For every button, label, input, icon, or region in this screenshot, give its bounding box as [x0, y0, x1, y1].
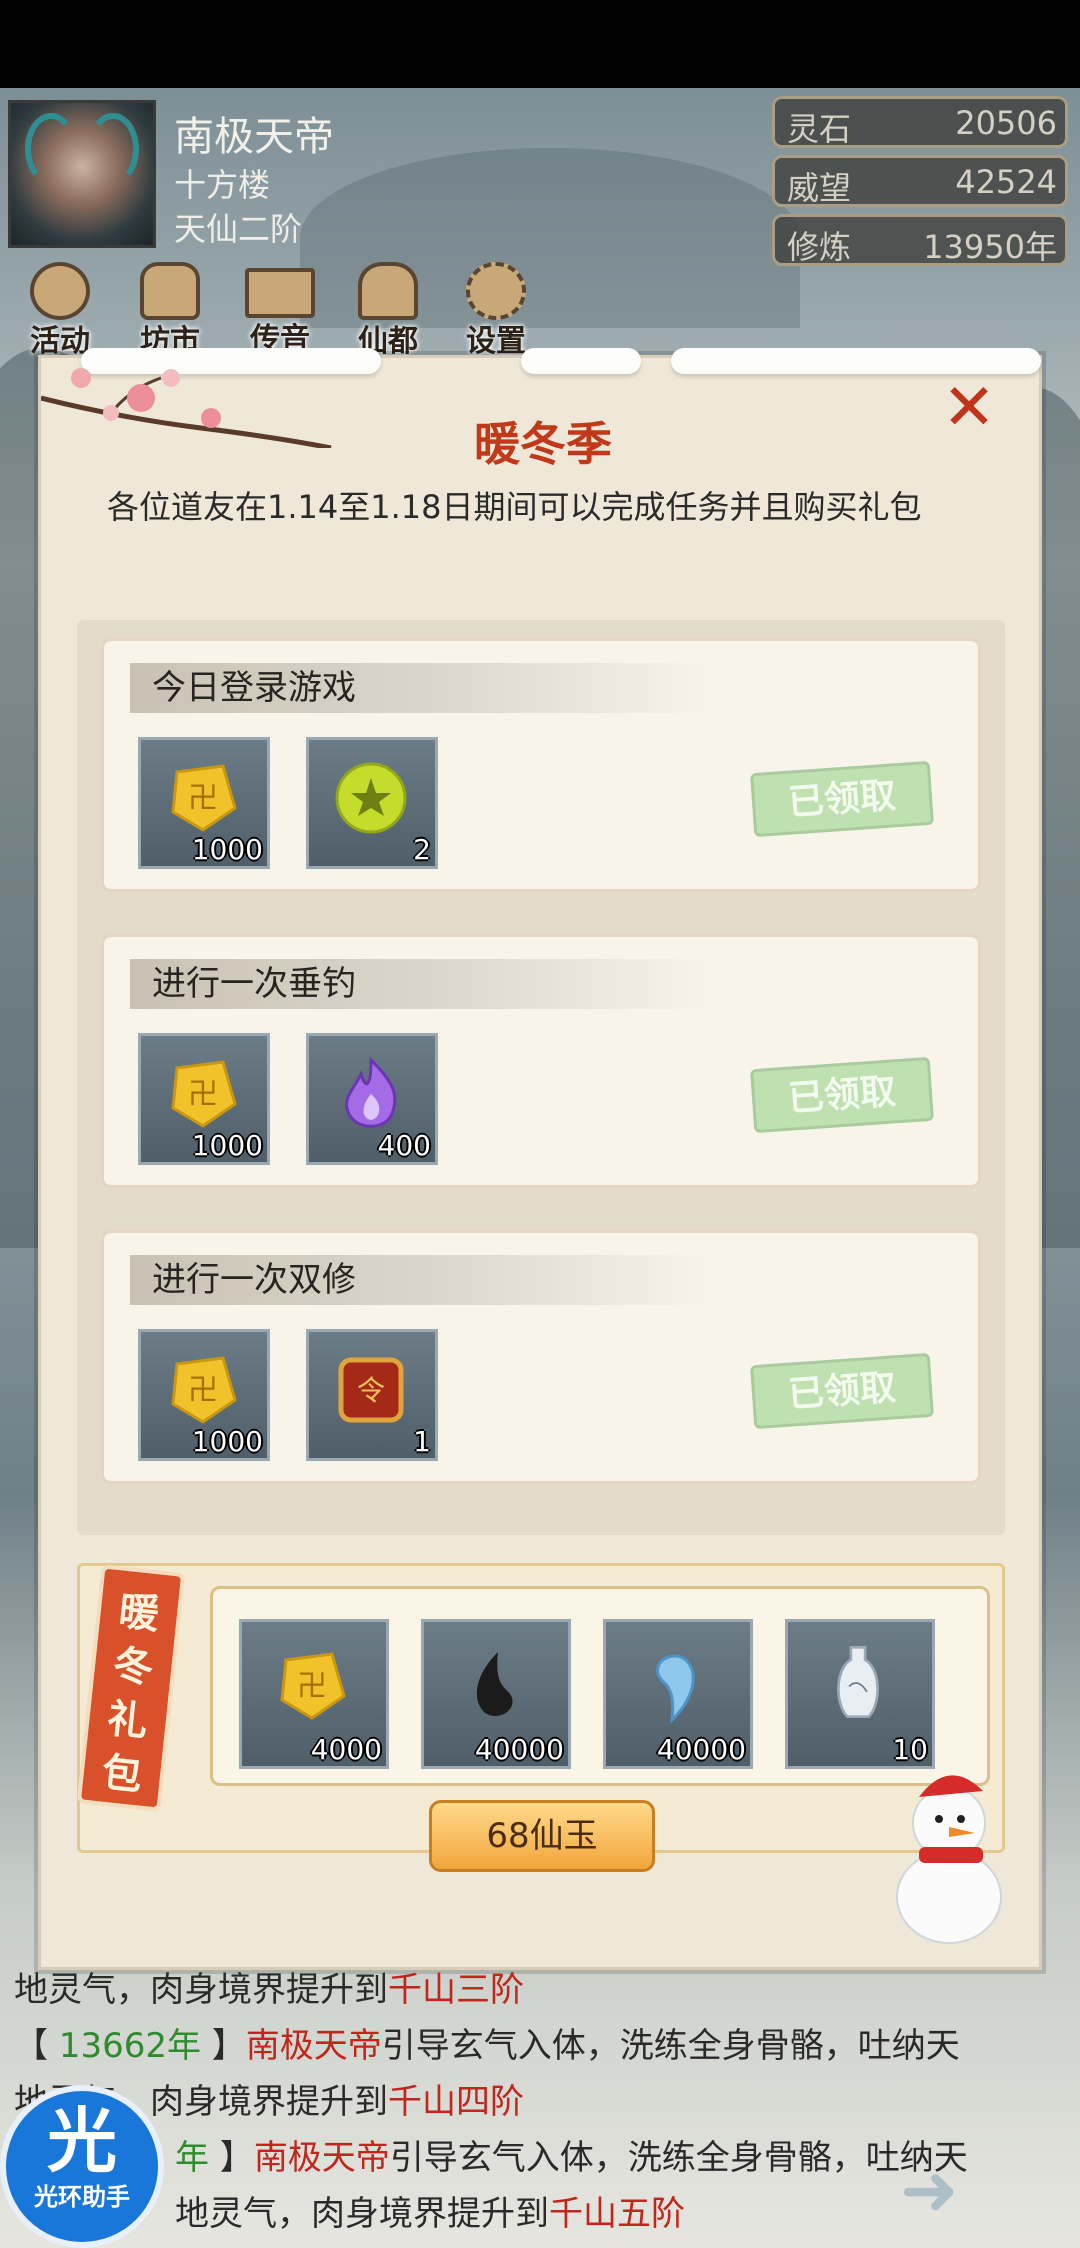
gold-token-icon: 卍 — [171, 764, 237, 832]
nav-settings-button[interactable]: 设置 — [450, 262, 542, 359]
log-name: 南极天帝 — [245, 2026, 382, 2066]
svg-text:令: 令 — [357, 1374, 385, 1407]
next-arrow-icon[interactable]: ➜ — [900, 2155, 1050, 2225]
reward-item[interactable]: 2 — [306, 737, 438, 869]
stat-label: 灵石 — [787, 110, 852, 148]
command-token-icon: 令 — [338, 1357, 404, 1423]
nav-market-button[interactable]: 坊市 — [124, 262, 216, 359]
log-line: 地灵气，肉身境界提升到千山五阶 — [175, 2186, 685, 2235]
reward-item[interactable]: 卍 1000 — [138, 1329, 270, 1461]
reward-item[interactable]: 卍 1000 — [138, 1033, 270, 1165]
stat-label: 修炼 — [787, 228, 852, 266]
stat-value: 42524 — [955, 163, 1057, 201]
gift-items-frame: 卍 4000 40000 40000 10 — [210, 1586, 990, 1786]
log-year: 年 — [175, 2138, 209, 2178]
snowman-decoration — [896, 1775, 1002, 1944]
assistant-logo-icon: 光 — [47, 2100, 117, 2182]
assistant-label: 光环助手 — [34, 2183, 130, 2211]
claimed-button[interactable]: 已领取 — [749, 760, 935, 838]
log-text: 引导玄气入体，洗练全身骨骼，吐纳天 — [389, 2138, 968, 2178]
close-button[interactable]: ✕ — [939, 376, 999, 440]
close-icon: ✕ — [942, 371, 996, 445]
task-card: 进行一次垂钓 卍 1000 400 已领取 — [101, 934, 981, 1188]
svg-text:卍: 卍 — [188, 1077, 218, 1112]
reward-item[interactable]: 400 — [306, 1033, 438, 1165]
purple-flame-icon — [345, 1056, 397, 1128]
log-realm: 千山五阶 — [549, 2194, 685, 2234]
nav-immortal-city-button[interactable]: 仙都 — [342, 262, 434, 359]
gold-token-icon: 卍 — [171, 1060, 237, 1128]
player-sect: 十方楼 — [174, 166, 271, 204]
log-year: 13662年 — [58, 2026, 201, 2066]
mail-icon — [245, 268, 315, 318]
log-bracket: 【 — [14, 2026, 59, 2066]
buy-gift-button[interactable]: 68仙玉 — [429, 1800, 655, 1872]
gear-icon — [466, 262, 526, 320]
stat-value: 20506 — [955, 104, 1057, 142]
black-yin-icon — [476, 1652, 513, 1717]
stat-cultivation: 修炼 13950年 — [772, 214, 1068, 266]
stat-prestige: 威望 42524 — [772, 155, 1068, 207]
nav-mail-button[interactable]: 传音 — [234, 262, 326, 357]
pagoda-icon — [358, 262, 418, 320]
stat-label: 威望 — [787, 169, 852, 207]
porcelain-vase-icon — [837, 1646, 879, 1718]
task-card: 今日登录游戏 卍 1000 2 已领取 — [101, 638, 981, 892]
gift-count: 40000 — [474, 1733, 564, 1766]
snow-decoration — [521, 348, 641, 374]
log-text: 引导玄气入体，洗练全身骨骼，吐纳天 — [381, 2026, 960, 2066]
market-icon — [140, 262, 200, 320]
gift-item[interactable]: 40000 — [421, 1619, 571, 1769]
task-title: 今日登录游戏 — [130, 663, 710, 713]
reward-count: 400 — [377, 1129, 431, 1162]
svg-text:卍: 卍 — [297, 1669, 327, 1704]
task-title: 进行一次双修 — [130, 1255, 710, 1305]
stat-value: 13950年 — [923, 228, 1057, 266]
event-description: 各位道友在1.14至1.18日期间可以完成任务并且购买礼包 — [107, 488, 922, 526]
log-bracket: 】 — [209, 2138, 254, 2178]
log-name: 南极天帝 — [253, 2138, 390, 2178]
player-avatar[interactable] — [8, 100, 156, 248]
log-line: 地灵气，肉身境界提升到千山三阶 — [14, 1962, 524, 2011]
log-line: 【 13662年 】南极天帝引导玄气入体，洗练全身骨骼，吐纳天 — [14, 2018, 960, 2067]
nav-activity-button[interactable]: 活动 — [14, 262, 106, 359]
log-realm: 千山四阶 — [388, 2082, 524, 2122]
gold-token-icon: 卍 — [171, 1356, 237, 1424]
assistant-floating-button[interactable]: 光 光环助手 — [0, 2085, 164, 2248]
log-bracket: 】 — [200, 2026, 246, 2066]
task-card: 进行一次双修 卍 1000 令 1 已领取 — [101, 1230, 981, 1484]
event-panel: 暖冬季 ✕ 各位道友在1.14至1.18日期间可以完成任务并且购买礼包 今日登录… — [38, 348, 1042, 1970]
claimed-button[interactable]: 已领取 — [749, 1056, 935, 1134]
coin-icon — [30, 262, 90, 320]
gift-item[interactable]: 40000 — [603, 1619, 753, 1769]
reward-item[interactable]: 卍 1000 — [138, 737, 270, 869]
svg-text:卍: 卍 — [188, 781, 218, 816]
claimed-button[interactable]: 已领取 — [749, 1352, 935, 1430]
blue-yang-icon — [656, 1654, 695, 1725]
log-text: 地灵气，肉身境界提升到 — [14, 1970, 388, 2010]
player-rank: 天仙二阶 — [174, 210, 303, 248]
gift-item[interactable]: 卍 4000 — [239, 1619, 389, 1769]
reward-count: 1 — [413, 1425, 431, 1458]
star-orb-icon — [335, 762, 407, 834]
task-title: 进行一次垂钓 — [130, 959, 710, 1009]
log-text: 地灵气，肉身境界提升到 — [175, 2194, 549, 2234]
reward-count: 1000 — [191, 1129, 263, 1162]
svg-text:卍: 卍 — [188, 1373, 218, 1408]
gift-count: 4000 — [310, 1733, 382, 1766]
stat-spirit-stone: 灵石 20506 — [772, 96, 1068, 148]
reward-count: 2 — [413, 833, 431, 866]
player-name: 南极天帝 — [174, 114, 334, 160]
panel-title: 暖冬季 — [474, 417, 612, 471]
gold-token-icon: 卍 — [280, 1652, 346, 1720]
log-realm: 千山三阶 — [388, 1970, 524, 2010]
log-line: 年 】南极天帝引导玄气入体，洗练全身骨骼，吐纳天 — [175, 2130, 968, 2179]
reward-item[interactable]: 令 1 — [306, 1329, 438, 1461]
gift-count: 40000 — [656, 1733, 746, 1766]
reward-count: 1000 — [191, 833, 263, 866]
reward-count: 1000 — [191, 1425, 263, 1458]
